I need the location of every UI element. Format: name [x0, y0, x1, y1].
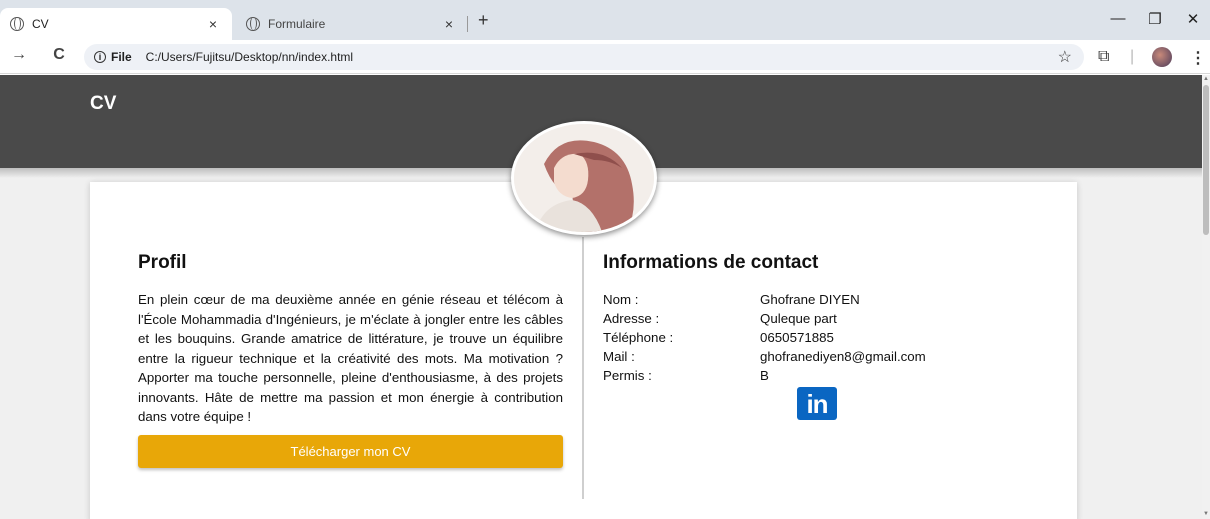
- new-tab-button[interactable]: +: [478, 10, 489, 31]
- back-arrow-icon[interactable]: →: [8, 46, 30, 64]
- profile-text: En plein cœur de ma deuxième année en gé…: [138, 292, 563, 424]
- page-scrollbar[interactable]: ▲ ▼: [1202, 75, 1210, 519]
- close-window-button[interactable]: ✕: [1178, 10, 1208, 28]
- toolbar-divider: |: [1130, 48, 1135, 65]
- contact-heading: Informations de contact: [603, 252, 819, 273]
- tab-strip: CV × Formulaire × + — ❐ ✕: [0, 0, 1210, 40]
- extensions-icon[interactable]: ⧉: [1098, 48, 1109, 66]
- globe-icon: [246, 17, 260, 31]
- profile-section: Profil En plein cœur de ma deuxième anné…: [138, 252, 563, 468]
- contact-value: Ghofrane DIYEN: [760, 292, 860, 307]
- bookmark-star-icon[interactable]: ☆: [1058, 47, 1072, 67]
- menu-kebab-icon[interactable]: ⋮: [1190, 48, 1206, 68]
- scroll-up-arrow-icon[interactable]: ▲: [1203, 76, 1209, 82]
- tab-title: Formulaire: [268, 17, 326, 31]
- contact-label: Mail :: [603, 349, 635, 364]
- tab-cv[interactable]: CV ×: [0, 8, 232, 40]
- contact-label: Téléphone :: [603, 330, 674, 345]
- minimize-button[interactable]: —: [1103, 10, 1133, 27]
- contact-section: Informations de contact Nom : Ghofrane D…: [603, 252, 1023, 420]
- url-text[interactable]: C:/Users/Fujitsu/Desktop/nn/index.html: [146, 50, 353, 64]
- linkedin-icon[interactable]: in: [797, 387, 837, 420]
- restore-button[interactable]: ❐: [1140, 10, 1170, 28]
- tab-separator: [467, 16, 468, 32]
- brand-title: CV: [90, 93, 117, 114]
- profile-photo: [511, 121, 657, 235]
- contact-label: Adresse :: [603, 311, 660, 326]
- tab-close-icon[interactable]: ×: [440, 16, 458, 32]
- contact-row-name: Nom : Ghofrane DIYEN: [603, 290, 1023, 309]
- profile-photo-illustration: [514, 124, 654, 232]
- contact-value: 0650571885: [760, 330, 834, 345]
- scroll-down-arrow-icon[interactable]: ▼: [1203, 511, 1209, 517]
- browser-toolbar: → C i File C:/Users/Fujitsu/Desktop/nn/i…: [0, 40, 1210, 74]
- address-bar[interactable]: i File C:/Users/Fujitsu/Desktop/nn/index…: [84, 44, 1084, 70]
- globe-icon: [10, 17, 24, 31]
- tab-title: CV: [32, 17, 49, 31]
- tab-close-icon[interactable]: ×: [204, 16, 222, 32]
- contact-row-mail: Mail : ghofranediyen8@gmail.com: [603, 347, 1023, 366]
- reload-icon[interactable]: C: [48, 46, 70, 64]
- profile-heading: Profil: [138, 252, 187, 273]
- file-chip[interactable]: File: [111, 50, 132, 64]
- contact-row-address: Adresse : Quleque part: [603, 309, 1023, 328]
- info-icon[interactable]: i: [94, 51, 106, 63]
- scroll-thumb[interactable]: [1203, 85, 1209, 235]
- contact-value: ghofranediyen8@gmail.com: [760, 349, 926, 364]
- contact-value: Quleque part: [760, 311, 837, 326]
- contact-label: Nom :: [603, 292, 639, 307]
- download-cv-button[interactable]: Télécharger mon CV: [138, 434, 563, 468]
- tab-formulaire[interactable]: Formulaire ×: [236, 8, 468, 40]
- contact-value: B: [760, 368, 769, 383]
- contact-row-phone: Téléphone : 0650571885: [603, 328, 1023, 347]
- contact-label: Permis :: [603, 368, 652, 383]
- column-divider: [582, 237, 584, 499]
- contact-row-license: Permis : B: [603, 366, 1023, 385]
- profile-avatar-icon[interactable]: [1152, 47, 1172, 67]
